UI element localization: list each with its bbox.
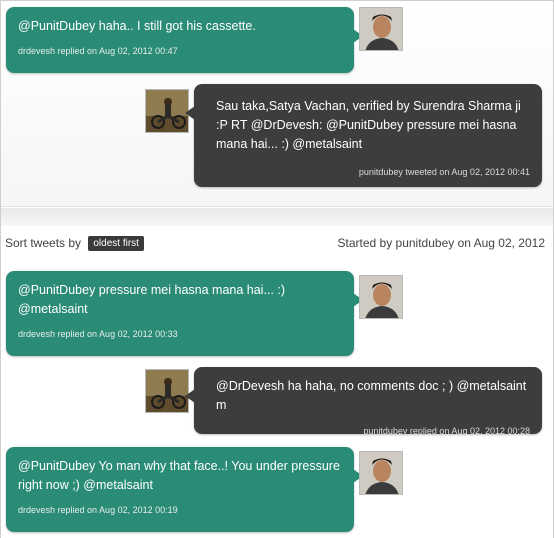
sort-option-button[interactable]: oldest first <box>88 236 144 251</box>
sort-bar: Sort tweets by oldest first Started by p… <box>5 233 545 253</box>
tweet-bubble[interactable]: @PunitDubey Yo man why that face..! You … <box>6 447 363 532</box>
drdevesh-avatar[interactable] <box>359 451 403 495</box>
tweet-text: @PunitDubey haha.. I still got his casse… <box>18 19 256 33</box>
tweet-meta: drdevesh replied on Aug 02, 2012 00:19 <box>18 505 178 515</box>
drdevesh-avatar[interactable] <box>359 7 403 51</box>
drdevesh-avatar[interactable] <box>359 275 403 319</box>
sort-control: Sort tweets by oldest first <box>5 236 144 251</box>
tweet-meta: drdevesh replied on Aug 02, 2012 00:47 <box>18 46 178 56</box>
panel-separator <box>1 208 553 226</box>
tweet-text: @DrDevesh ha haha, no comments doc ; ) @… <box>216 379 527 412</box>
thread-started-info: Started by punitdubey on Aug 02, 2012 <box>337 236 546 250</box>
tweet-meta: drdevesh replied on Aug 02, 2012 00:33 <box>18 329 178 339</box>
thread-panel-top: @PunitDubey haha.. I still got his casse… <box>1 1 553 207</box>
sort-label: Sort tweets by <box>5 236 82 250</box>
tweet-bubble[interactable]: @PunitDubey haha.. I still got his casse… <box>6 7 363 73</box>
tweet-text: Sau taka,Satya Vachan, verified by Suren… <box>216 99 521 151</box>
punitdubey-avatar[interactable] <box>145 369 189 413</box>
tweet-meta: punitdubey replied on Aug 02, 2012 00:28 <box>363 426 530 436</box>
tweet-bubble[interactable]: @PunitDubey pressure mei hasna mana hai.… <box>6 271 363 356</box>
tweet-text: @PunitDubey pressure mei hasna mana hai.… <box>18 283 285 316</box>
tweet-bubble[interactable]: @DrDevesh ha haha, no comments doc ; ) @… <box>185 367 542 436</box>
tweet-bubble[interactable]: Sau taka,Satya Vachan, verified by Suren… <box>185 84 542 187</box>
tweet-text: @PunitDubey Yo man why that face..! You … <box>18 459 340 492</box>
tweet-meta: punitdubey tweeted on Aug 02, 2012 00:41 <box>358 167 530 177</box>
thread-panel-bottom: @PunitDubey pressure mei hasna mana hai.… <box>1 261 553 538</box>
punitdubey-avatar[interactable] <box>145 89 189 133</box>
